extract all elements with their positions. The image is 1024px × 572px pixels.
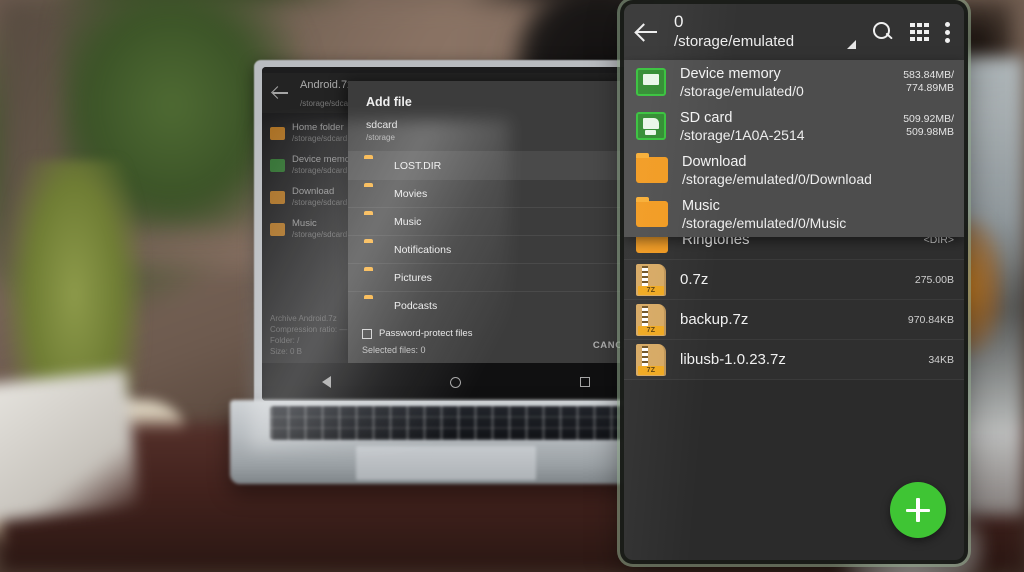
list-item-music[interactable]: Music /storage/emulated/0/Music — [624, 192, 964, 236]
storage-name: Device memory — [680, 65, 781, 82]
laptop-trackpad — [356, 446, 536, 480]
list-item[interactable]: LOST.DIR — [348, 151, 650, 179]
list-item-label: Movies — [394, 187, 428, 200]
archive-info-line: Compression ratio: — — [270, 325, 348, 334]
list-item[interactable]: Pictures — [348, 263, 650, 291]
sidebar-path: /storage/sdcard — [292, 134, 348, 143]
device-memory-icon — [636, 68, 666, 96]
download-folder-icon — [270, 190, 285, 204]
back-arrow-icon[interactable] — [634, 19, 660, 45]
storage-total: 774.89MB — [906, 82, 954, 94]
laptop-keyboard — [270, 406, 630, 440]
list-item-label: Notifications — [394, 243, 452, 256]
device-memory-icon — [270, 158, 285, 172]
sidebar-path: /storage/sdcard — [292, 230, 348, 239]
storage-used: 583.84MB/ — [903, 69, 954, 81]
list-item-download[interactable]: Download /storage/emulated/0/Download — [624, 148, 964, 192]
list-item-label: LOST.DIR — [394, 159, 442, 172]
location-name: sdcard — [366, 119, 398, 131]
sidebar-label: Music — [292, 218, 317, 229]
music-folder-icon — [270, 222, 285, 236]
sidebar-label: Download — [292, 186, 335, 197]
home-folder-icon — [270, 126, 285, 140]
laptop: Android.7z /storage/sdcard Home folder /… — [230, 60, 678, 520]
location-path: /storage — [366, 133, 395, 142]
table-row[interactable]: 7Z libusb-1.0.23.7z 34KB — [624, 340, 964, 380]
dialog-title: Add file — [366, 95, 412, 109]
file-name: libusb-1.0.23.7z — [680, 351, 786, 368]
laptop-archive-info: Archive Android.7z Compression ratio: — … — [270, 313, 347, 357]
archive-7z-icon: 7Z — [636, 343, 666, 376]
music-folder-icon — [636, 197, 668, 227]
table-row[interactable]: 7Z backup.7z 970.84KB — [624, 300, 964, 340]
table-row[interactable]: 7Z 0.7z 275.00B — [624, 260, 964, 300]
add-button[interactable] — [890, 482, 946, 538]
search-icon[interactable] — [872, 21, 894, 43]
overflow-menu-icon[interactable] — [945, 21, 950, 43]
file-meta: 34KB — [928, 353, 954, 366]
file-name: backup.7z — [680, 311, 749, 328]
laptop-archive-title: Android.7z — [300, 79, 353, 91]
back-arrow-icon[interactable] — [272, 84, 290, 102]
storage-name: Download — [682, 153, 747, 170]
dialog-footer: Password-protect files Selected files: 0… — [348, 322, 650, 363]
laptop-archive-path: /storage/sdcard — [300, 99, 356, 108]
file-name: 0.7z — [680, 271, 709, 288]
list-item[interactable]: Notifications — [348, 235, 650, 263]
sidebar-path: /storage/sdcard — [292, 198, 348, 207]
list-item[interactable]: Music — [348, 207, 650, 235]
archive-format-badge: 7Z — [638, 285, 664, 295]
storage-name: Music — [682, 197, 720, 214]
list-item-label: Music — [394, 215, 422, 228]
storage-path: /storage/emulated/0 — [680, 82, 804, 99]
breadcrumb-path: /storage/emulated — [674, 33, 795, 50]
phone-device: 0 /storage/emulated Music <DIR> Notifica… — [624, 4, 964, 560]
archive-7z-icon: 7Z — [636, 303, 666, 336]
sidebar-label: Home folder — [292, 122, 344, 133]
background-papers — [0, 369, 140, 523]
storage-path: /storage/1A0A-2514 — [680, 126, 805, 143]
nav-recents-icon[interactable] — [580, 377, 591, 387]
file-meta: 275.00B — [914, 273, 954, 286]
list-item-sd-card[interactable]: SD card /storage/1A0A-2514 509.92MB/ 509… — [624, 104, 964, 148]
list-item-label: Podcasts — [394, 299, 438, 312]
list-item[interactable]: Movies — [348, 179, 650, 207]
archive-info-line: Archive Android.7z — [270, 314, 337, 323]
archive-info-line: Folder: / — [270, 336, 300, 345]
storage-name: SD card — [680, 109, 733, 126]
file-meta: 970.84KB — [907, 313, 954, 326]
archive-format-badge: 7Z — [638, 325, 664, 335]
list-item-label: Pictures — [394, 271, 432, 284]
storage-used: 509.92MB/ — [903, 113, 954, 125]
archive-7z-icon: 7Z — [636, 263, 666, 296]
dialog-current-location: sdcard /storage — [348, 119, 650, 151]
password-protect-checkbox[interactable]: Password-protect files — [362, 328, 640, 339]
sidebar-path: /storage/sdcard — [292, 166, 348, 175]
storage-path: /storage/emulated/0/Music — [682, 214, 847, 231]
screenshot-root: Android.7z /storage/sdcard Home folder /… — [0, 0, 1024, 572]
storage-total: 509.98MB — [906, 126, 954, 138]
nav-back-icon[interactable] — [321, 376, 331, 388]
grid-view-icon[interactable] — [910, 22, 929, 42]
sd-card-icon — [636, 112, 666, 140]
storage-path: /storage/emulated/0/Download — [682, 170, 872, 187]
page-title: 0 — [674, 12, 684, 31]
archive-format-badge: 7Z — [638, 365, 664, 375]
storage-chooser-overlay: Device memory /storage/emulated/0 583.84… — [624, 60, 964, 237]
archive-info-line: Size: 0 B — [270, 347, 303, 356]
nav-home-icon[interactable] — [449, 376, 461, 388]
list-item[interactable]: Podcasts — [348, 291, 650, 319]
checkbox-label: Password-protect files — [379, 328, 473, 339]
list-item-device-memory[interactable]: Device memory /storage/emulated/0 583.84… — [624, 60, 964, 104]
checkbox-icon[interactable] — [362, 328, 372, 339]
add-file-dialog: Add file sdcard /storage LOST.DIR Movies — [348, 81, 650, 363]
laptop-screen: Android.7z /storage/sdcard Home folder /… — [262, 67, 650, 401]
android-navigation-bar — [262, 363, 650, 401]
phone-app-toolbar: 0 /storage/emulated — [624, 4, 964, 60]
download-folder-icon — [636, 153, 668, 183]
dropdown-caret-icon[interactable] — [847, 40, 856, 49]
